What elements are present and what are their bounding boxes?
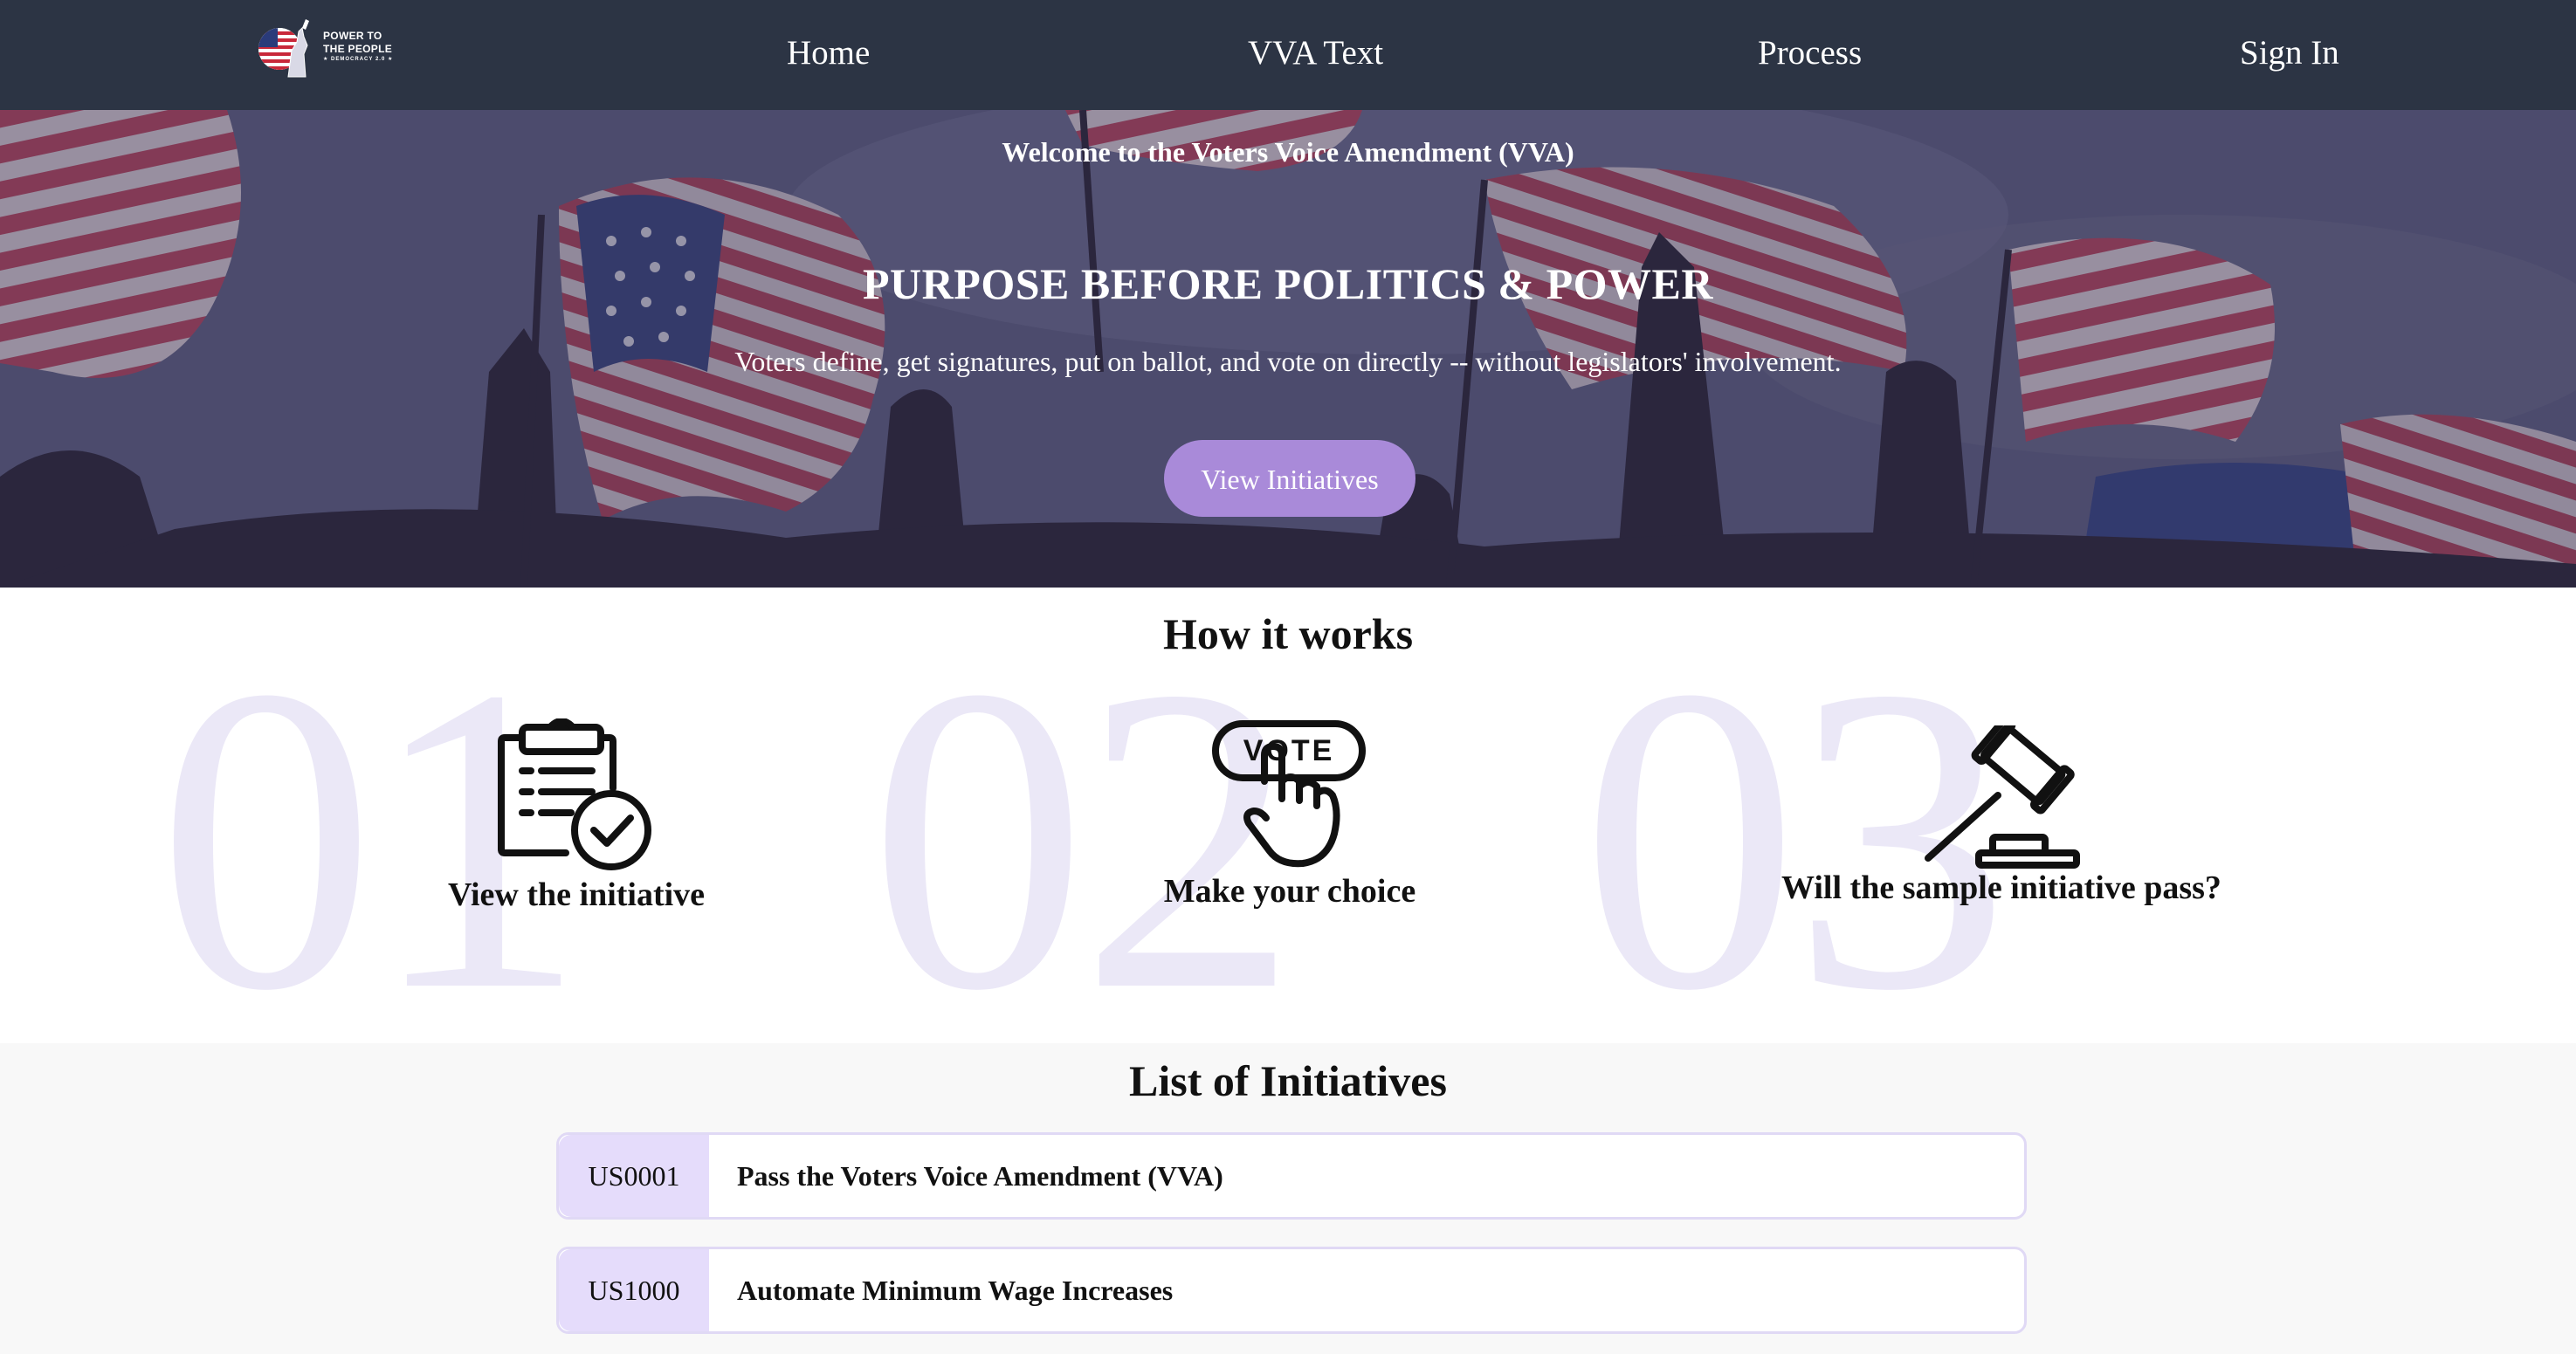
hero-subline: Voters define, get signatures, put on ba… [734,346,1842,377]
vote-icon-text: VOTE [1243,734,1335,767]
hero-headline: PURPOSE BEFORE POLITICS & POWER [863,259,1713,308]
step-label: Will the sample initiative pass? [1781,869,2221,906]
welcome-heading: Welcome to the Voters Voice Amendment (V… [1002,136,1574,168]
initiative-row[interactable]: US0001 Pass the Voters Voice Amendment (… [556,1132,2027,1220]
view-initiatives-button[interactable]: View Initiatives [1164,440,1415,517]
initiative-code: US1000 [559,1249,709,1331]
initiative-title: Automate Minimum Wage Increases [737,1275,1174,1306]
nav-sign-in[interactable]: Sign In [2240,31,2339,75]
gavel-icon [1925,725,2080,869]
clipboard-check-icon [498,718,651,870]
logo-line: POWER TO [323,30,382,42]
how-it-works-title: How it works [1162,609,1414,658]
nav-vva-text[interactable]: VVA Text [1248,31,1383,75]
vote-hand-icon: VOTE [1212,720,1366,868]
step-label: View the initiative [447,876,706,913]
nav-process[interactable]: Process [1758,31,1862,75]
liberty-flag-icon [258,19,309,78]
initiatives-section: List of Initiatives US0001 Pass the Vote… [0,1043,2576,1354]
top-nav: POWER TO THE PEOPLE ★ DEMOCRACY 2.0 ★ Ho… [0,0,2576,110]
site-logo[interactable]: POWER TO THE PEOPLE ★ DEMOCRACY 2.0 ★ [253,16,410,82]
logo-line: THE PEOPLE [323,43,393,55]
nav-home[interactable]: Home [787,31,870,75]
initiatives-title: List of Initiatives [1129,1056,1447,1105]
initiative-row[interactable]: US1000 Automate Minimum Wage Increases [556,1247,2027,1334]
logo-tagline: ★ DEMOCRACY 2.0 ★ [323,57,394,62]
initiative-code: US0001 [559,1135,709,1217]
how-it-works-section: 01 02 03 How it works View the initiativ… [0,588,2576,1043]
initiative-title: Pass the Voters Voice Amendment (VVA) [737,1160,1223,1192]
logo-wordmark: POWER TO THE PEOPLE ★ DEMOCRACY 2.0 ★ [323,30,393,64]
hero-banner: Welcome to the Voters Voice Amendment (V… [0,110,2576,588]
step-label: Make your choice [1163,873,1416,910]
